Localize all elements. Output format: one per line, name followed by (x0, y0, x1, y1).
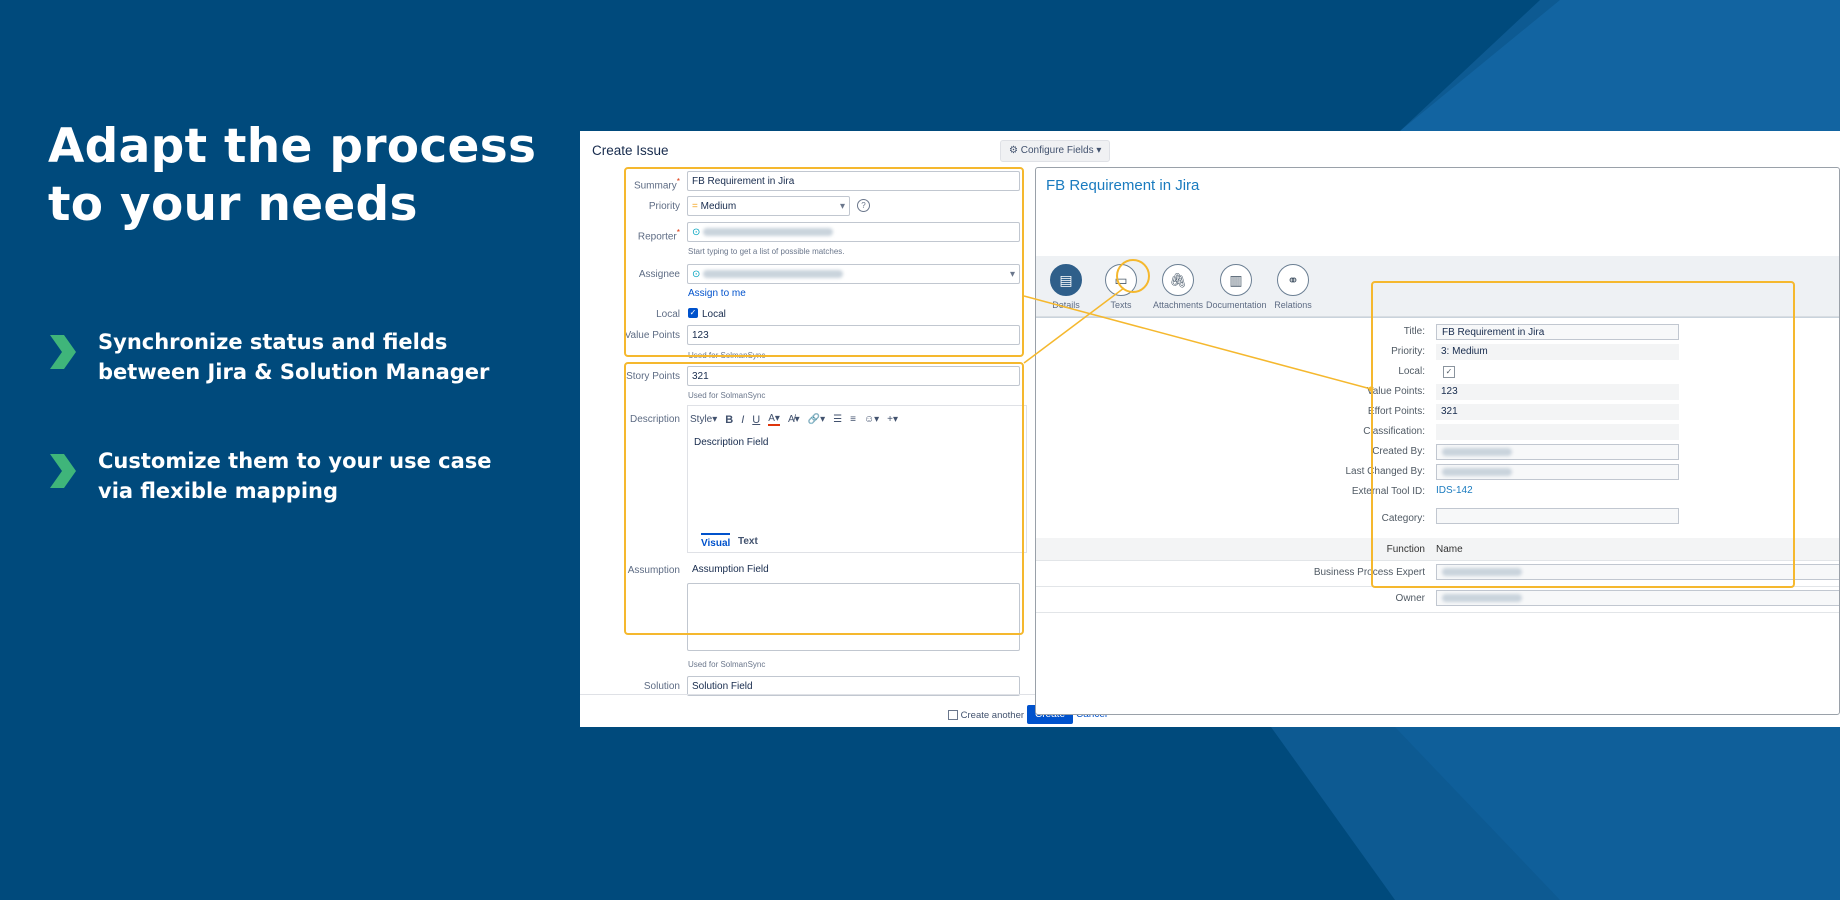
bullet-sync: Synchronize status and fields between Ji… (48, 327, 489, 387)
bullet-sync-line-2: between Jira & Solution Manager (98, 360, 490, 384)
bullet-sync-line-1: Synchronize status and fields (98, 330, 448, 354)
hero-line-1: Adapt the process (48, 119, 537, 174)
chevron-right-icon (50, 335, 76, 369)
chevron-right-icon (50, 454, 76, 488)
hero-line-2: to your needs (48, 177, 418, 232)
bullet-customize-line-1: Customize them to your use case (98, 449, 492, 473)
bullet-customize: Customize them to your use case via flex… (48, 446, 491, 506)
hero-heading: Adapt the process to your needs (48, 118, 536, 234)
product-screenshot: Create Issue ⚙ Configure Fields ▾ Summar… (580, 131, 1840, 727)
bullet-customize-line-2: via flexible mapping (98, 479, 339, 503)
mapping-connectors (1023, 287, 1374, 392)
